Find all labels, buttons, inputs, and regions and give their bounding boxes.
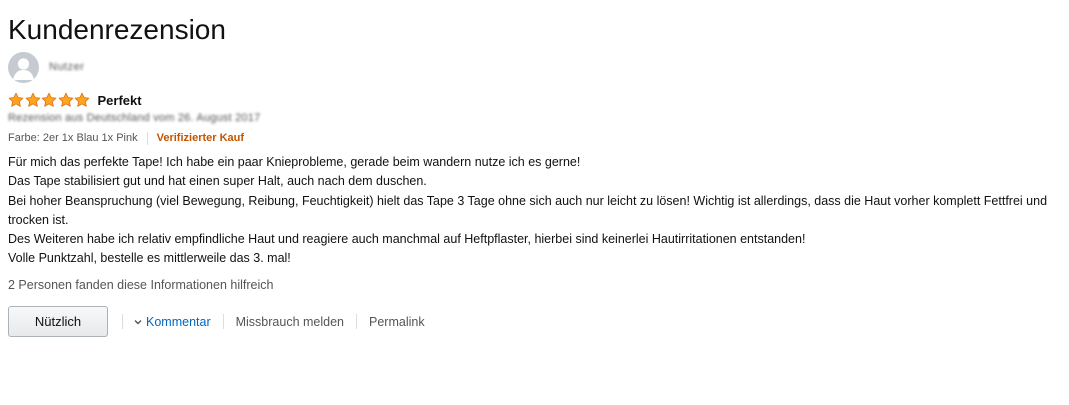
star-icon [41,92,57,107]
review-paragraph: Für mich das perfekte Tape! Ich habe ein… [8,155,581,169]
user-icon[interactable] [8,51,39,83]
product-variant[interactable]: Farbe: 2er 1x Blau 1x Pink [8,132,138,144]
star-icon [25,92,40,107]
star-icon [74,92,90,107]
report-abuse-link[interactable]: Missbrauch melden [236,315,344,329]
divider [122,314,123,329]
helpful-button[interactable]: Nützlich [8,306,108,337]
divider [222,314,224,329]
review-meta: Farbe: 2er 1x Blau 1x Pink Verifizierter… [8,130,244,146]
comment-link[interactable]: Kommentar [133,315,211,329]
verified-purchase-badge: Verifizierter Kauf [156,132,245,144]
helpful-count: 2 Personen fanden diese Informationen hi… [8,278,274,292]
review-actions: Nützlich Kommentar Missbrauch melden Per… [8,306,425,337]
rating-row: Perfekt [8,91,142,109]
review-paragraph: Bei hoher Beanspruchung (viel Bewegung, … [8,193,1048,227]
star-rating[interactable] [8,92,91,108]
review-date: Rezension aus Deutschland vom 26. August… [8,112,261,124]
divider [356,314,357,329]
review-paragraph: Volle Punktzahl, bestelle es mittlerweil… [8,251,291,266]
comment-label[interactable]: Kommentar [146,315,211,329]
review-paragraph: Des Weiteren habe ich relativ empfindlic… [8,232,806,247]
chevron-down-icon [134,319,142,324]
review-title[interactable]: Perfekt [98,93,142,108]
reviewer-profile[interactable]: Nutzer [8,51,84,83]
review-body: Für mich das perfekte Tape! Ich habe ein… [8,153,1048,269]
star-icon [8,92,24,107]
permalink-link[interactable]: Permalink [369,315,425,329]
reviewer-name[interactable]: Nutzer [49,61,84,73]
divider [146,131,148,145]
star-icon [58,92,73,107]
review-paragraph: Das Tape stabilisiert gut und hat einen … [8,174,427,189]
page-title: Kundenrezension [8,14,226,45]
